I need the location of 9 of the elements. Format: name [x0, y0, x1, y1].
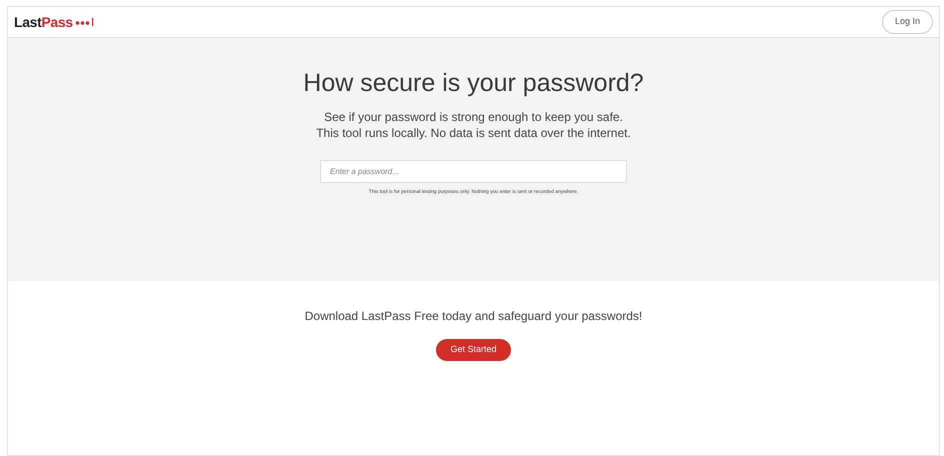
page-title: How secure is your password?	[303, 68, 644, 99]
promo-text: Download LastPass Free today and safeguard your passwords!	[304, 308, 642, 325]
logo-text: Last	[14, 12, 42, 32]
subtitle: See if your password is strong enough to keep you safe. This tool runs locally. No data is sent data over the internet.	[315, 109, 632, 142]
dots-icon	[74, 18, 95, 26]
login-button[interactable]: Log In	[882, 10, 933, 34]
logo-text: Pass	[41, 12, 73, 32]
password-field[interactable]: Enter a password...	[320, 160, 627, 184]
get-started-button[interactable]: Get Started	[436, 339, 511, 361]
